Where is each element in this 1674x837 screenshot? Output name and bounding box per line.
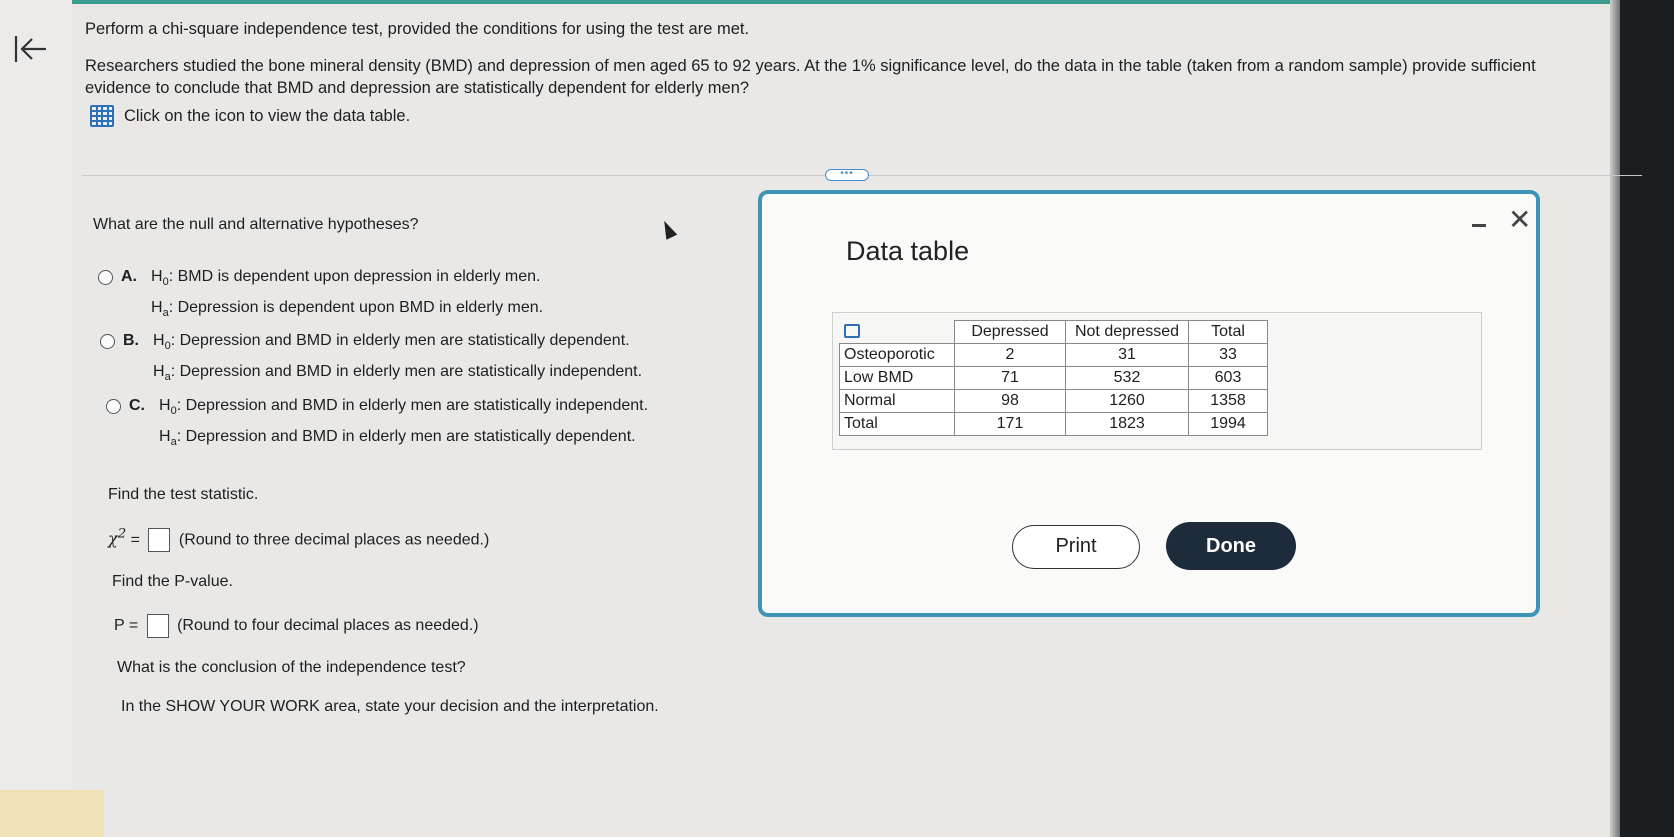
corner-panel bbox=[0, 790, 104, 837]
conclusion-prompt: What is the conclusion of the independen… bbox=[117, 659, 466, 676]
p-value-prompt: Find the P-value. bbox=[112, 573, 233, 590]
option-a-ha: Ha: Depression is dependent upon BMD in … bbox=[151, 299, 544, 320]
print-button[interactable]: Print bbox=[1012, 525, 1140, 569]
row-label: Total bbox=[839, 412, 955, 436]
table-row: Low BMD 71 532 603 bbox=[839, 366, 1268, 390]
icon-link-text: Click on the icon to view the data table… bbox=[124, 106, 411, 125]
table-cell: 33 bbox=[1188, 343, 1268, 367]
data-table-frame: Depressed Not depressed Total Osteoporot… bbox=[832, 312, 1482, 450]
p-value-input[interactable] bbox=[146, 614, 169, 638]
table-row: Total 171 1823 1994 bbox=[839, 412, 1268, 436]
copy-table-cell[interactable] bbox=[840, 321, 955, 344]
p-value-label: P = bbox=[114, 617, 139, 635]
done-button[interactable]: Done bbox=[1166, 522, 1296, 570]
dialog-title: Data table bbox=[846, 236, 970, 266]
show-work-instruction: In the SHOW YOUR WORK area, state your d… bbox=[121, 698, 659, 715]
table-cell: 171 bbox=[954, 412, 1066, 436]
table-cell: 71 bbox=[954, 366, 1066, 390]
copy-icon[interactable] bbox=[843, 324, 860, 339]
equals-sign: = bbox=[130, 531, 140, 549]
view-data-table-link[interactable]: Click on the icon to view the data table… bbox=[90, 105, 410, 127]
column-header: Depressed bbox=[954, 320, 1066, 344]
table-row: Normal 98 1260 1358 bbox=[839, 389, 1268, 413]
chi-square-symbol: χ2 bbox=[108, 527, 127, 549]
test-statistic-prompt: Find the test statistic. bbox=[108, 486, 259, 503]
test-statistic-hint: (Round to three decimal places as needed… bbox=[178, 531, 490, 549]
table-cell: 1994 bbox=[1188, 412, 1268, 436]
test-statistic-row: χ2 = (Round to three decimal places as n… bbox=[108, 527, 490, 553]
p-value-hint: (Round to four decimal places as needed.… bbox=[177, 617, 479, 635]
radio-option-a[interactable] bbox=[98, 270, 113, 285]
table-cell: 1823 bbox=[1065, 412, 1189, 436]
data-table-icon[interactable] bbox=[90, 105, 114, 127]
data-table-dialog: Data table ✕ Depressed Not depressed Tot… bbox=[758, 190, 1540, 617]
option-a-h0: H0: BMD is dependent upon depression in … bbox=[151, 268, 541, 289]
table-cell: 1358 bbox=[1188, 389, 1268, 413]
table-cell: 31 bbox=[1065, 343, 1189, 367]
option-c-ha: Ha: Depression and BMD in elderly men ar… bbox=[159, 428, 636, 449]
row-label: Osteoporotic bbox=[839, 343, 955, 367]
test-statistic-input[interactable] bbox=[148, 528, 171, 553]
table-cell: 532 bbox=[1065, 366, 1189, 390]
table-header-row: Depressed Not depressed Total bbox=[840, 320, 1268, 344]
mouse-cursor-icon bbox=[658, 218, 678, 240]
row-label: Normal bbox=[839, 389, 955, 413]
p-value-row: P = (Round to four decimal places as nee… bbox=[114, 614, 479, 638]
option-b-h0: H0: Depression and BMD in elderly men ar… bbox=[153, 332, 630, 353]
option-letter: C. bbox=[129, 397, 145, 414]
close-button[interactable]: ✕ bbox=[1508, 206, 1531, 234]
data-table: Depressed Not depressed Total Osteoporot… bbox=[839, 320, 1268, 436]
radio-option-c[interactable] bbox=[106, 399, 121, 414]
table-cell: 603 bbox=[1188, 366, 1268, 390]
minimize-button[interactable] bbox=[1470, 212, 1488, 232]
table-cell: 98 bbox=[954, 389, 1066, 413]
table-row: Osteoporotic 2 31 33 bbox=[839, 343, 1268, 367]
option-letter: B. bbox=[123, 332, 139, 349]
table-cell: 2 bbox=[954, 343, 1066, 367]
option-letter: A. bbox=[121, 268, 137, 285]
collapse-left-icon[interactable] bbox=[12, 30, 52, 70]
option-a[interactable]: A. H0: BMD is dependent upon depression … bbox=[98, 264, 543, 326]
option-c[interactable]: C. H0: Depression and BMD in elderly men… bbox=[106, 393, 648, 455]
column-header: Total bbox=[1188, 320, 1268, 344]
question-intro: Perform a chi-square independence test, … bbox=[85, 20, 750, 38]
left-rail bbox=[0, 0, 72, 837]
hypotheses-prompt: What are the null and alternative hypoth… bbox=[93, 216, 419, 233]
option-c-h0: H0: Depression and BMD in elderly men ar… bbox=[159, 397, 649, 418]
column-header: Not depressed bbox=[1065, 320, 1189, 344]
option-b-ha: Ha: Depression and BMD in elderly men ar… bbox=[153, 363, 643, 384]
top-accent-bar bbox=[0, 0, 1674, 4]
table-cell: 1260 bbox=[1065, 389, 1189, 413]
expand-handle-button[interactable]: ••• bbox=[825, 169, 869, 181]
minimize-icon bbox=[1472, 224, 1486, 227]
radio-option-b[interactable] bbox=[100, 334, 115, 349]
question-body: Researchers studied the bone mineral den… bbox=[85, 57, 1536, 97]
row-label: Low BMD bbox=[839, 366, 955, 390]
screen-edge bbox=[1620, 0, 1674, 837]
option-b[interactable]: B. H0: Depression and BMD in elderly men… bbox=[100, 328, 642, 390]
